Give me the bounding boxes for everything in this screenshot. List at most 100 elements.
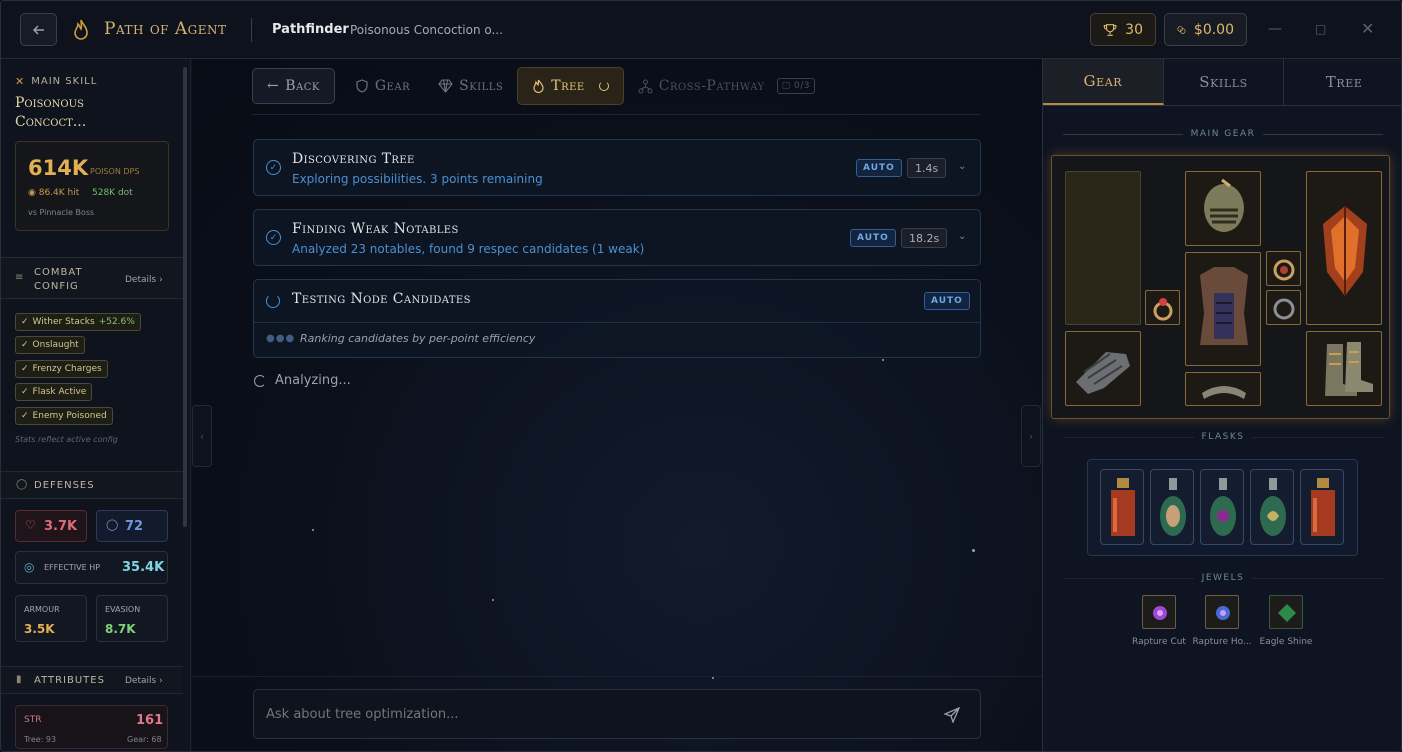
config-chip-wither[interactable]: ✓ Wither Stacks +52.6% — [15, 313, 141, 331]
str-gear: Gear: 68 — [127, 735, 162, 744]
balance-value: $0.00 — [1193, 21, 1234, 38]
jewels-divider: JEWELS — [1063, 573, 1383, 583]
str-tree: Tree: 93 — [24, 735, 57, 744]
balance-pill[interactable]: $0.00 — [1164, 13, 1247, 46]
right-tab-tree[interactable]: Tree — [1284, 59, 1401, 105]
main-skill-header: ✕ MAIN SKILL — [15, 75, 97, 88]
defenses-label: DEFENSES — [34, 480, 95, 491]
tab-cross-pathway[interactable]: Cross-Pathway ▢ 0/3 — [624, 67, 829, 105]
step-subtitle: Analyzed 23 notables, found 9 respec can… — [292, 242, 645, 256]
body-armour-slot[interactable] — [1185, 252, 1261, 366]
flask-life[interactable] — [1100, 469, 1144, 545]
target-icon: ◉ — [28, 188, 39, 198]
attributes-label: ATTRIBUTES — [34, 675, 105, 686]
main-gear-divider: MAIN GEAR — [1063, 129, 1383, 139]
swords-icon: ✕ — [15, 75, 26, 88]
step-title: Finding Weak Notables — [292, 221, 459, 237]
jewel-slot-1[interactable] — [1142, 595, 1176, 629]
str-box: STR 161 Tree: 93 Gear: 68 — [15, 705, 168, 749]
network-icon — [638, 79, 653, 93]
offhand-slot[interactable] — [1306, 171, 1382, 325]
dps-label: POISON DPS — [90, 167, 140, 176]
belt-slot[interactable] — [1185, 372, 1261, 406]
ring-right-slot[interactable] — [1266, 290, 1301, 325]
combat-details-text: Details — [125, 275, 157, 285]
config-note: Stats reflect active config — [15, 435, 118, 444]
tab-gear[interactable]: Gear — [341, 67, 424, 105]
life-flask-icon — [1111, 478, 1135, 536]
tab-tree[interactable]: Tree — [517, 67, 624, 105]
chevron-right-icon: › — [159, 676, 163, 686]
config-chip-flask[interactable]: ✓ Flask Active — [15, 383, 93, 401]
flask-utility-1[interactable] — [1150, 469, 1194, 545]
trophy-pill[interactable]: 30 — [1090, 13, 1156, 46]
app-title: Path of Agent — [104, 19, 227, 39]
vs-label: vs Pinnacle Boss — [28, 208, 95, 217]
window-back-button[interactable] — [20, 13, 57, 46]
collapse-right-button[interactable]: › — [1021, 405, 1041, 467]
main-skill-name[interactable]: Poisonous Concoct... — [15, 94, 86, 132]
step-testing-candidates[interactable]: Testing Node Candidates AUTO ●●● Ranking… — [253, 279, 981, 358]
config-chip-poisoned[interactable]: ✓ Enemy Poisoned — [15, 407, 113, 425]
flask-life-2[interactable] — [1300, 469, 1344, 545]
config-chip-label: Wither Stacks — [32, 317, 95, 327]
input-divider — [192, 676, 1042, 677]
gloves-slot[interactable] — [1065, 331, 1141, 406]
amulet-slot[interactable] — [1266, 251, 1301, 286]
shield-icon: ◯ — [106, 518, 119, 531]
config-chip-frenzy[interactable]: ✓ Frenzy Charges — [15, 360, 108, 378]
step-title: Discovering Tree — [292, 151, 415, 167]
boots-slot[interactable] — [1306, 331, 1382, 406]
life-value: 3.7K — [44, 519, 78, 534]
attributes-header[interactable]: ▮ ATTRIBUTES Details › — [1, 666, 183, 694]
hit-value-row: ◉ 86.4K hit — [28, 188, 79, 198]
shield-icon: ◯ — [16, 479, 28, 490]
jewel-slot-3[interactable] — [1269, 595, 1303, 629]
shield-item-icon — [1323, 206, 1367, 296]
attributes-details-link[interactable]: Details › — [125, 676, 163, 686]
right-tab-gear[interactable]: Gear — [1043, 59, 1164, 105]
loading-spinner-icon — [266, 294, 280, 308]
ask-input-box[interactable] — [253, 689, 981, 739]
check-icon: ✓ — [21, 340, 29, 350]
weapon-slot-empty[interactable] — [1065, 171, 1141, 325]
helmet-slot[interactable] — [1185, 171, 1261, 246]
sidebar-scrollbar[interactable] — [183, 67, 187, 527]
right-panel: Gear Skills Tree MAIN GEAR FLASKS JEWELS… — [1042, 59, 1401, 751]
utility-flask-icon — [1260, 478, 1286, 536]
body-armour-icon — [1200, 267, 1248, 345]
config-chip-onslaught[interactable]: ✓ Onslaught — [15, 336, 85, 354]
back-button[interactable]: ← Back — [252, 68, 335, 104]
flask-utility-3[interactable] — [1250, 469, 1294, 545]
close-button[interactable]: ✕ — [1361, 19, 1374, 38]
jewel-slot-2[interactable] — [1205, 595, 1239, 629]
step-finding-notables[interactable]: ✓ Finding Weak Notables Analyzed 23 nota… — [253, 209, 981, 266]
sliders-icon: ≡ — [15, 272, 24, 283]
step-discovering-tree[interactable]: ✓ Discovering Tree Exploring possibiliti… — [253, 139, 981, 196]
boots-icon — [1325, 342, 1373, 396]
jewel-label: Rapture Ho... — [1192, 637, 1252, 647]
build-name[interactable]: Poisonous Concoction o... — [350, 23, 503, 37]
flame-logo-icon — [74, 19, 88, 40]
ask-input[interactable] — [266, 703, 926, 725]
chevron-down-icon[interactable]: ⌄ — [958, 161, 966, 172]
belt-icon — [1202, 386, 1246, 399]
str-value: 161 — [136, 713, 164, 728]
lock-badge: ▢ 0/3 — [776, 78, 815, 94]
flasks-label: FLASKS — [1193, 432, 1253, 442]
combat-config-header[interactable]: ≡ COMBAT CONFIG Details › — [1, 257, 183, 299]
send-icon[interactable] — [944, 706, 961, 723]
ring-left-slot[interactable] — [1145, 290, 1180, 325]
chevron-down-icon[interactable]: ⌄ — [958, 231, 966, 242]
right-tab-skills[interactable]: Skills — [1164, 59, 1285, 105]
shield-icon — [356, 79, 368, 93]
maximize-button[interactable]: □ — [1315, 22, 1326, 36]
flask-utility-2[interactable] — [1200, 469, 1244, 545]
minimize-button[interactable]: — — [1268, 21, 1282, 37]
main-skill-name-line2: Concoct... — [15, 114, 87, 130]
collapse-left-button[interactable]: ‹ — [192, 405, 212, 467]
tab-skills[interactable]: Skills — [424, 67, 517, 105]
combat-details-link[interactable]: Details › — [125, 275, 163, 285]
chevron-right-icon: › — [159, 275, 163, 285]
jewel-icon — [1278, 604, 1296, 622]
